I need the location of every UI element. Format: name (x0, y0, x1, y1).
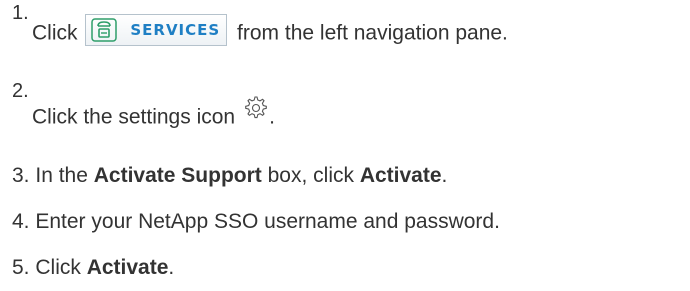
step-5-period: . (168, 256, 175, 279)
step-3: 3. In the Activate Support box, click Ac… (12, 164, 447, 188)
step-4-number: 4. (12, 210, 30, 233)
step-5: 5. Click Activate. (12, 256, 174, 280)
services-button-label: SERVICES (130, 21, 221, 39)
step-3-pre: In the (35, 164, 88, 187)
step-1-post-text: from the left navigation pane. (237, 21, 508, 45)
step-5-number: 5. (12, 256, 30, 279)
step-2-number: 2. (12, 80, 29, 102)
step-2: 2. Click the settings icon . (12, 80, 682, 136)
step-1: 1. Click SERVICES from the left navigati… (12, 2, 682, 58)
step-1-number: 1. (12, 2, 29, 24)
step-3-number: 3. (12, 164, 30, 187)
step-4-text: Enter your NetApp SSO username and passw… (35, 210, 500, 233)
step-5-pre: Click (35, 256, 81, 279)
activate-label-2: Activate (86, 256, 169, 279)
services-button[interactable]: SERVICES (85, 14, 228, 46)
step-4: 4. Enter your NetApp SSO username and pa… (12, 210, 500, 234)
gear-icon[interactable] (241, 94, 269, 122)
step-3-period: . (441, 164, 448, 187)
step-2-period: . (269, 105, 275, 129)
step-1-click-text: Click (32, 21, 78, 45)
services-icon (91, 18, 118, 42)
step-2-text: Click the settings icon (32, 105, 236, 129)
step-3-mid: box, click (267, 164, 354, 187)
activate-support-label: Activate Support (93, 164, 262, 187)
activate-label: Activate (359, 164, 442, 187)
